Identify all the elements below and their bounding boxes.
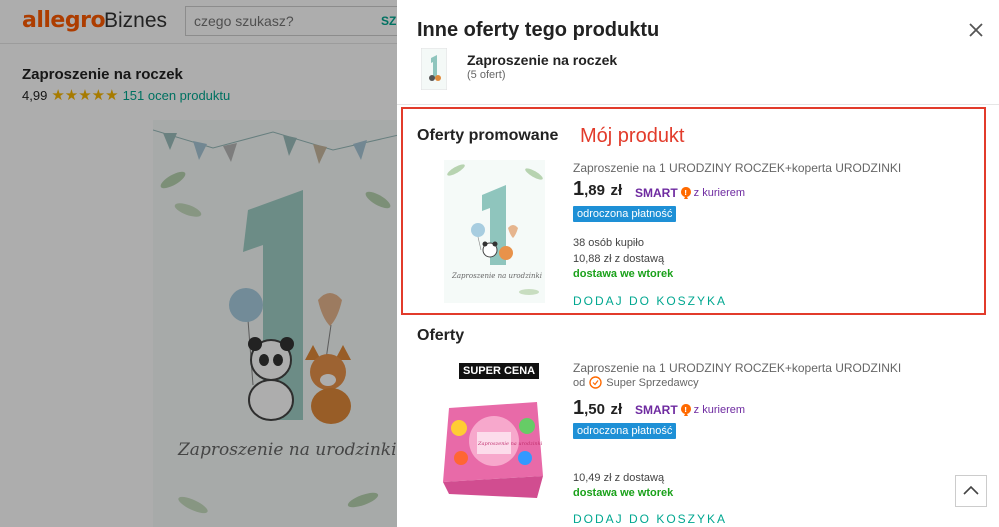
- promoted-bought-count: 38 osób kupiło: [573, 237, 644, 249]
- page: allegro Biznes SZU Zaproszenie na roczek…: [0, 0, 999, 527]
- regular-price-main: 1: [573, 397, 585, 419]
- promoted-price-main: 1: [573, 178, 585, 200]
- other-offers-panel: Inne oferty tego produktu Zaproszenie na…: [397, 0, 999, 527]
- seller-name[interactable]: Super Sprzedawcy: [606, 377, 698, 389]
- promoted-image-text: Zaproszenie na urodzinki: [451, 272, 542, 280]
- offers-heading: Oferty: [417, 327, 465, 344]
- smart-q-icon: !: [680, 404, 691, 416]
- promoted-offer-price: 1,89 zł: [573, 178, 622, 201]
- promoted-price-currency: zł: [610, 182, 623, 199]
- smart-q-icon: !: [680, 187, 691, 199]
- regular-deferred-payment-badge: odroczona płatność: [573, 423, 677, 439]
- regular-price-decimal: ,50: [584, 401, 605, 418]
- regular-price-currency: zł: [610, 401, 623, 418]
- panel-offer-count: (5 ofert): [467, 69, 506, 81]
- regular-seller: od Super Sprzedawcy: [573, 376, 699, 389]
- super-seller-icon: [589, 376, 602, 389]
- svg-text:!: !: [684, 189, 687, 197]
- promoted-offers-heading: Oferty promowane: [417, 127, 559, 144]
- promoted-deferred-payment-badge: odroczona płatność: [573, 206, 677, 222]
- regular-price-with-delivery: 10,49 zł z dostawą: [573, 472, 665, 484]
- panel-title: Inne oferty tego produktu: [417, 19, 660, 41]
- promoted-price-with-delivery: 10,88 zł z dostawą: [573, 253, 665, 265]
- super-cena-badge: SUPER CENA: [459, 363, 540, 379]
- promoted-price-decimal: ,89: [584, 182, 605, 199]
- scroll-to-top-button[interactable]: [955, 475, 987, 507]
- seller-prefix: od: [573, 376, 586, 389]
- regular-add-to-cart-button[interactable]: DODAJ DO KOSZYKA: [573, 512, 727, 526]
- my-product-annotation: Mój produkt: [580, 125, 685, 147]
- regular-offer-price: 1,50 zł: [573, 397, 622, 420]
- promoted-delivery-day: dostawa we wtorek: [573, 268, 674, 280]
- regular-offer-image[interactable]: Zaproszenie na urodzinki: [439, 388, 547, 500]
- smart-courier-label: z kurierem: [693, 404, 746, 416]
- regular-offer-name[interactable]: Zaproszenie na 1 URODZINY ROCZEK+koperta…: [573, 361, 901, 375]
- promoted-add-to-cart-button[interactable]: DODAJ DO KOSZYKA: [573, 294, 727, 308]
- chevron-up-icon: [963, 485, 979, 495]
- regular-image-text: Zaproszenie na urodzinki: [477, 441, 543, 447]
- panel-product-name[interactable]: Zaproszenie na roczek: [467, 52, 617, 68]
- smart-label: SMART: [635, 403, 678, 417]
- regular-smart-badge: SMART ! z kurierem: [635, 403, 745, 417]
- close-button[interactable]: [966, 20, 986, 40]
- promoted-offer-name[interactable]: Zaproszenie na 1 URODZINY ROCZEK+koperta…: [573, 161, 901, 175]
- smart-courier-label: z kurierem: [693, 187, 746, 199]
- smart-label: SMART: [635, 186, 678, 200]
- product-thumbnail: [420, 47, 448, 91]
- regular-delivery-day: dostawa we wtorek: [573, 487, 674, 499]
- close-icon: [969, 23, 983, 37]
- promoted-smart-badge: SMART ! z kurierem: [635, 186, 745, 200]
- svg-text:!: !: [684, 406, 687, 414]
- panel-divider: [397, 104, 999, 105]
- promoted-offer-image[interactable]: Zaproszenie na urodzinki: [444, 160, 545, 303]
